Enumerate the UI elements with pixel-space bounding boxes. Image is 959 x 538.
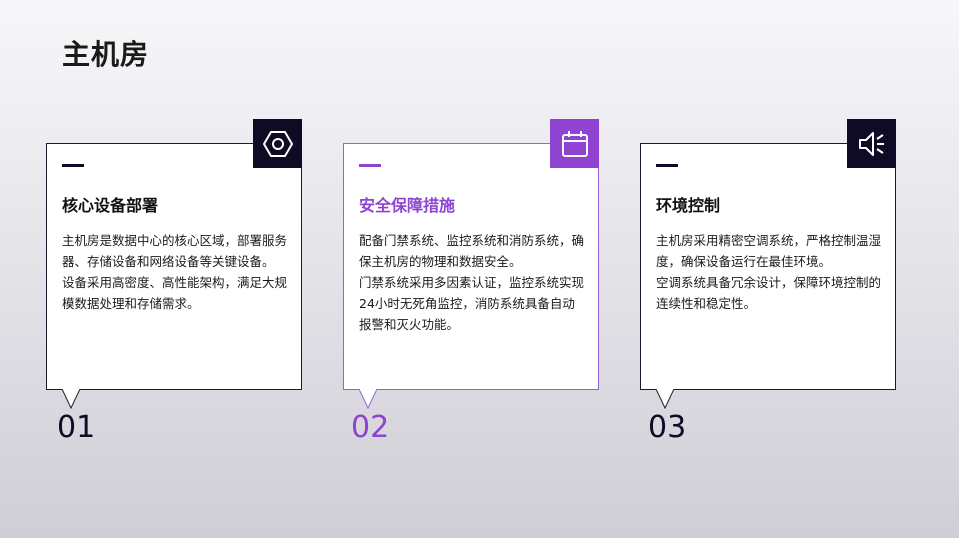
card-body: 主机房是数据中心的核心区域，部署服务器、存储设备和网络设备等关键设备。 设备采用… — [62, 230, 290, 314]
card-number: 01 — [57, 410, 96, 445]
card-heading: 环境控制 — [656, 196, 721, 215]
card-icon-box — [253, 119, 302, 168]
card-environment: 环境控制 主机房采用精密空调系统，严格控制温湿度，确保设备运行在最佳环境。 空调… — [640, 119, 896, 409]
card-body: 主机房采用精密空调系统，严格控制温湿度，确保设备运行在最佳环境。 空调系统具备冗… — [656, 230, 884, 314]
card-body: 配备门禁系统、监控系统和消防系统，确保主机房的物理和数据安全。 门禁系统采用多因… — [359, 230, 587, 335]
card-number: 02 — [351, 410, 390, 445]
card-security: 安全保障措施 配备门禁系统、监控系统和消防系统，确保主机房的物理和数据安全。 门… — [343, 119, 599, 409]
accent-bar — [62, 164, 84, 167]
callout-tail — [62, 389, 80, 409]
card-heading: 核心设备部署 — [62, 196, 159, 215]
card-icon-box — [847, 119, 896, 168]
page-title: 主机房 — [62, 38, 150, 71]
card-core-equipment: 核心设备部署 主机房是数据中心的核心区域，部署服务器、存储设备和网络设备等关键设… — [46, 119, 302, 409]
card-paragraph: 主机房是数据中心的核心区域，部署服务器、存储设备和网络设备等关键设备。 — [62, 233, 288, 269]
card-paragraph: 主机房采用精密空调系统，严格控制温湿度，确保设备运行在最佳环境。 — [656, 233, 882, 269]
accent-bar — [656, 164, 678, 167]
card-paragraph: 配备门禁系统、监控系统和消防系统，确保主机房的物理和数据安全。 — [359, 233, 585, 269]
speaker-icon — [858, 131, 884, 156]
card-paragraph: 空调系统具备冗余设计，保障环境控制的连续性和稳定性。 — [656, 275, 882, 311]
card-icon-box — [550, 119, 599, 168]
accent-bar — [359, 164, 381, 167]
calendar-icon — [561, 130, 588, 157]
card-heading: 安全保障措施 — [359, 196, 456, 215]
card-number: 03 — [648, 410, 687, 445]
hexagon-settings-icon — [262, 130, 293, 157]
callout-tail — [656, 389, 674, 409]
callout-tail — [359, 389, 377, 409]
card-paragraph: 设备采用高密度、高性能架构，满足大规模数据处理和存储需求。 — [62, 275, 288, 311]
card-paragraph: 门禁系统采用多因素认证，监控系统实现24小时无死角监控，消防系统具备自动报警和灭… — [359, 275, 585, 332]
